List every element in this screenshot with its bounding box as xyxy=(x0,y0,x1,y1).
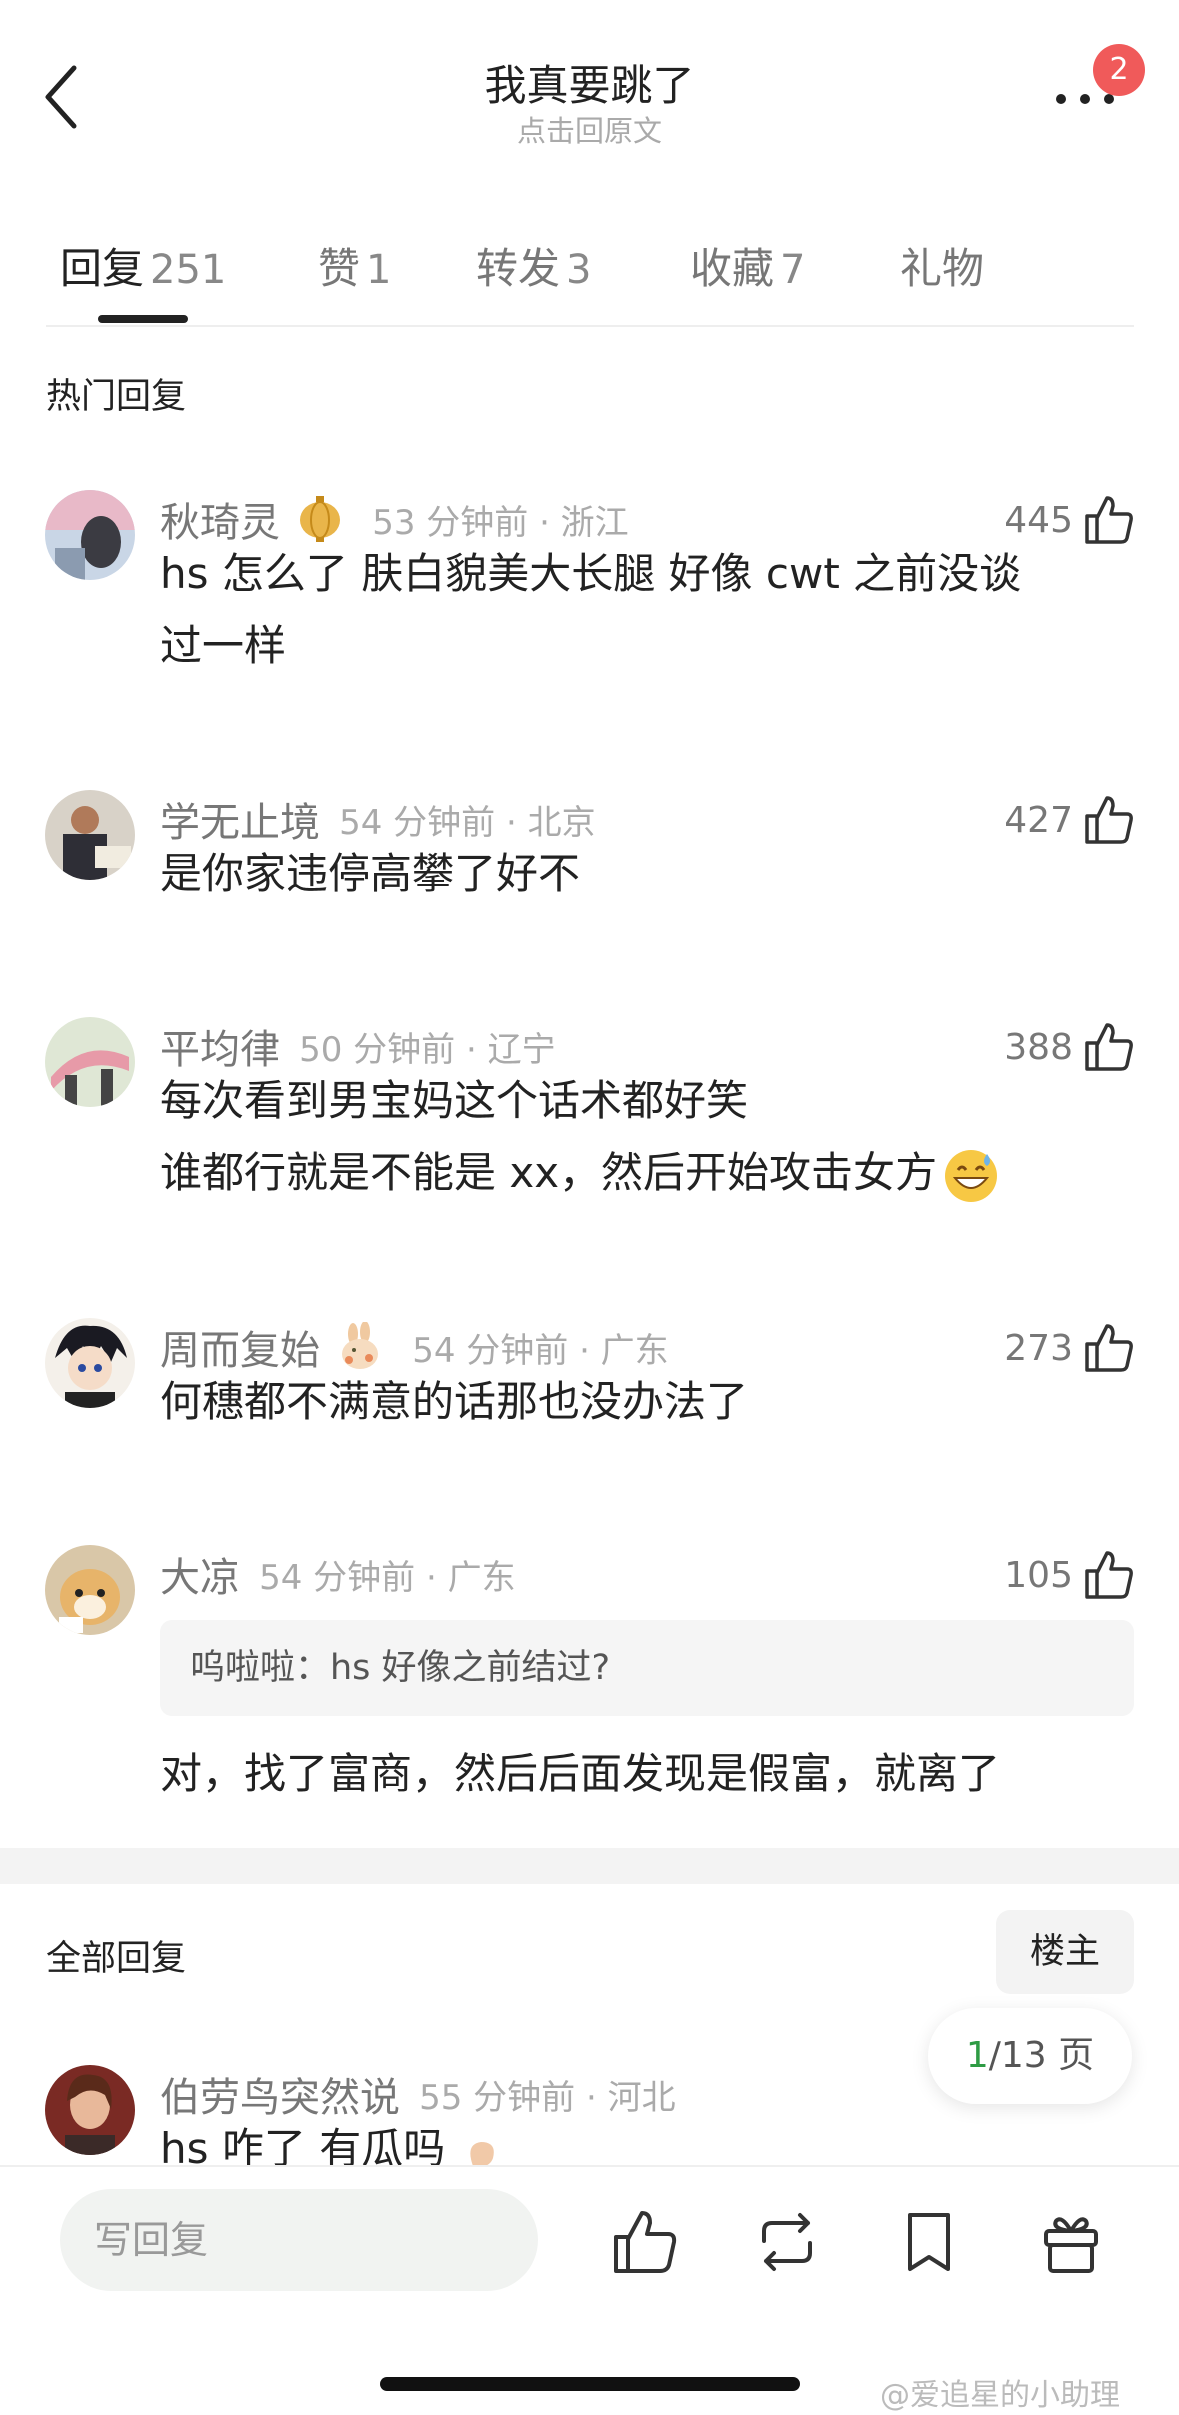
avatar[interactable] xyxy=(45,1318,135,1408)
current-page: 1 xyxy=(965,2035,989,2076)
comment-text: 是你家违停高攀了好不 xyxy=(160,838,1120,910)
tab-label: 收藏 xyxy=(690,244,775,293)
page-title[interactable]: 我真要跳了 xyxy=(0,52,1179,113)
header: 我真要跳了 点击回原文 2 xyxy=(0,0,1179,170)
comment-line: 过一样 xyxy=(160,621,287,670)
avatar[interactable] xyxy=(45,1017,135,1107)
total-pages: /13 页 xyxy=(988,2035,1095,2076)
like-count: 273 xyxy=(1004,1327,1073,1369)
comment-text: 对，找了富商，然后后面发现是假富，就离了 xyxy=(160,1738,1120,1810)
comment-line: 谁都行就是不能是 xx，然后开始攻击女方 xyxy=(160,1137,1120,1209)
hot-replies-heading: 热门回复 xyxy=(46,377,187,417)
comment-line: hs 咋了 有瓜吗 xyxy=(160,2124,446,2165)
back-to-original-link[interactable]: 点击回原文 xyxy=(0,108,1179,150)
notification-badge: 2 xyxy=(1093,44,1145,96)
lantern-badge-icon xyxy=(295,494,345,544)
comment-line: 是你家违停高攀了好不 xyxy=(160,849,581,898)
comment-time-location: 54 分钟前 · 广东 xyxy=(412,1330,669,1371)
comment-time-location: 54 分钟前 · 广东 xyxy=(259,1557,516,1598)
comment-time-location: 50 分钟前 · 辽宁 xyxy=(299,1029,556,1070)
comment-time-location: 55 分钟前 · 河北 xyxy=(419,2077,676,2118)
grinning-sweat-emoji-icon xyxy=(943,1148,999,1204)
avatar[interactable] xyxy=(45,790,135,880)
active-tab-indicator xyxy=(98,315,188,323)
tab-label: 赞 xyxy=(318,244,361,293)
comment-line-text: 谁都行就是不能是 xx，然后开始攻击女方 xyxy=(160,1148,938,1197)
tab-label: 礼物 xyxy=(900,244,985,293)
like-count: 445 xyxy=(1004,499,1073,541)
comment-line: hs 怎么了 肤白貌美大长腿 好像 cwt 之前没谈 xyxy=(160,549,1022,598)
thumbs-up-icon xyxy=(1085,1551,1133,1599)
comment-time-location: 53 分钟前 · 浙江 xyxy=(372,502,629,543)
tab-gifts[interactable]: 礼物 xyxy=(900,235,984,296)
comment-text: 何穗都不满意的话那也没办法了 xyxy=(160,1366,1120,1438)
tab-count: 251 xyxy=(150,247,227,293)
comment-meta: 大凉 54 分钟前 · 广东 xyxy=(160,1545,516,1605)
bookmark-icon[interactable] xyxy=(894,2207,964,2277)
like-count: 105 xyxy=(1004,1554,1073,1596)
section-separator xyxy=(0,1848,1179,1884)
gift-icon[interactable] xyxy=(1036,2207,1106,2277)
like-icon[interactable] xyxy=(610,2207,680,2277)
comment-line: 何穗都不满意的话那也没办法了 xyxy=(160,1377,749,1426)
tab-label: 回复 xyxy=(60,244,145,293)
comment-text: hs 咋了 有瓜吗 xyxy=(160,2113,1120,2165)
comment-text: 每次看到男宝妈这个话术都好笑 谁都行就是不能是 xx，然后开始攻击女方 xyxy=(160,1065,1120,1209)
repost-icon[interactable] xyxy=(752,2207,822,2277)
like-count: 388 xyxy=(1004,1026,1073,1068)
tab-likes[interactable]: 赞1 xyxy=(318,235,391,296)
rabbit-badge-icon xyxy=(335,1321,385,1372)
comment-line: 对，找了富商，然后后面发现是假富，就离了 xyxy=(160,1749,1001,1798)
home-indicator[interactable] xyxy=(380,2377,800,2391)
like-button[interactable]: 105 xyxy=(1004,1545,1135,1605)
comment-text: hs 怎么了 肤白貌美大长腿 好像 cwt 之前没谈 过一样 xyxy=(160,538,1120,682)
comment-time-location: 54 分钟前 · 北京 xyxy=(339,802,596,843)
ear-emoji-icon xyxy=(459,2130,503,2165)
avatar[interactable] xyxy=(45,490,135,580)
tab-bar: 回复 251 赞1 转发 3 收藏 7 礼物 xyxy=(0,225,1179,325)
owner-filter-button[interactable]: 楼主 xyxy=(996,1910,1134,1994)
tab-count: 7 xyxy=(780,247,806,293)
tab-reposts[interactable]: 转发 3 xyxy=(476,235,591,296)
divider xyxy=(46,325,1134,327)
avatar[interactable] xyxy=(45,1545,135,1635)
comment-line: 每次看到男宝妈这个话术都好笑 xyxy=(160,1076,749,1125)
avatar[interactable] xyxy=(45,2065,135,2155)
all-replies-heading: 全部回复 xyxy=(46,1939,187,1979)
username[interactable]: 大凉 xyxy=(160,1555,240,1601)
tab-count: 3 xyxy=(566,247,592,293)
tab-favorites[interactable]: 收藏 7 xyxy=(690,235,805,296)
page-indicator[interactable]: 1/13 页 xyxy=(928,2008,1132,2104)
quoted-reply[interactable]: 呜啦啦：hs 好像之前结过? xyxy=(160,1620,1134,1716)
reply-input[interactable]: 写回复 xyxy=(60,2189,538,2291)
tab-count: 1 xyxy=(366,247,392,293)
like-count: 427 xyxy=(1004,799,1073,841)
watermark: @爱追星的小助理 xyxy=(880,2378,1120,2413)
tab-label: 转发 xyxy=(476,244,561,293)
tab-replies[interactable]: 回复 251 xyxy=(60,235,226,296)
